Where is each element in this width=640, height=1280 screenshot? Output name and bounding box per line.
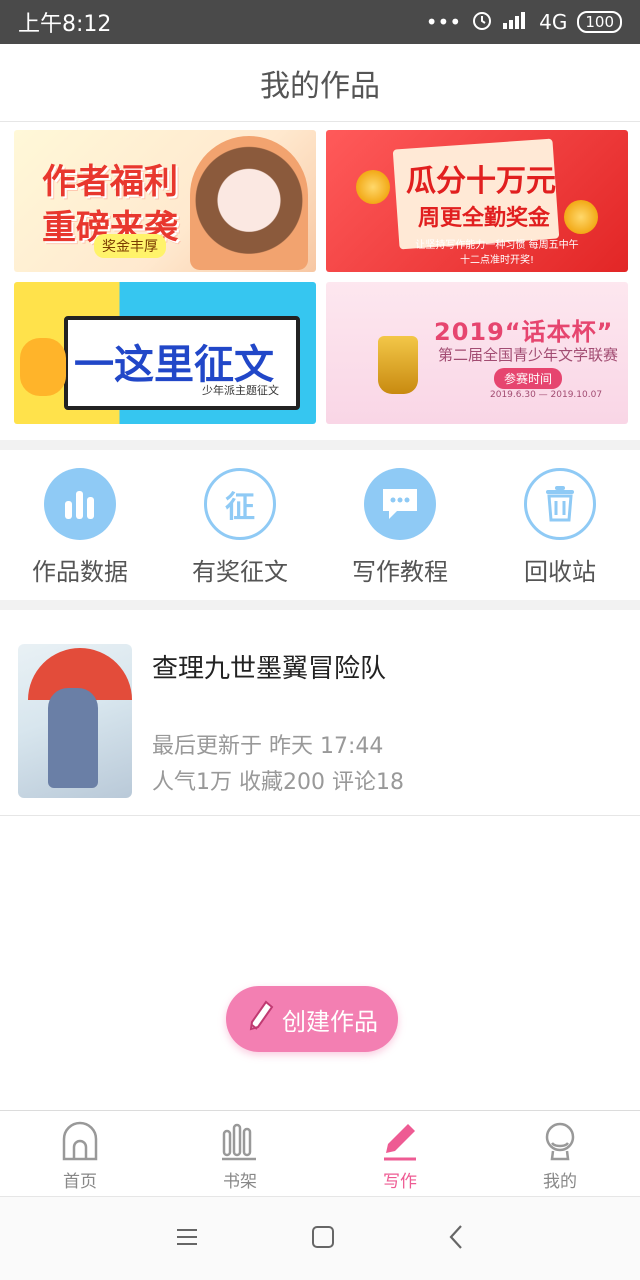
network-type: 4G bbox=[539, 10, 568, 34]
alarm-icon bbox=[471, 9, 493, 36]
banner-title-line1: 2019“话本杯” bbox=[434, 318, 614, 346]
trophy-icon bbox=[378, 336, 418, 394]
quick-action-tutorial[interactable]: 写作教程 bbox=[320, 450, 480, 600]
status-bar: 上午8:12 ••• 4G 100 bbox=[0, 0, 640, 44]
quick-action-recycle-bin[interactable]: 回收站 bbox=[480, 450, 640, 600]
banner-author-benefits[interactable]: 作者福利 重磅来袭 奖金丰厚 bbox=[14, 130, 316, 272]
chat-bubble-icon bbox=[364, 468, 436, 540]
signal-icon bbox=[503, 10, 529, 34]
work-stats: 人气1万 收藏200 评论18 bbox=[152, 770, 404, 795]
menu-icon[interactable] bbox=[176, 1227, 198, 1251]
system-nav-bar bbox=[0, 1196, 640, 1280]
page-header: 我的作品 bbox=[0, 44, 640, 122]
bookshelf-icon bbox=[220, 1121, 260, 1165]
contest-icon: 征 bbox=[204, 468, 276, 540]
work-title: 查理九世墨翼冒险队 bbox=[152, 654, 387, 684]
tab-label: 写作 bbox=[383, 1172, 417, 1192]
notification-dots-icon: ••• bbox=[425, 10, 462, 34]
tab-bookshelf[interactable]: 书架 bbox=[160, 1111, 320, 1196]
quick-action-label: 作品数据 bbox=[32, 558, 128, 586]
home-icon bbox=[60, 1121, 100, 1165]
tab-home[interactable]: 首页 bbox=[0, 1111, 160, 1196]
bottom-tab-bar: 首页 书架 写作 我的 bbox=[0, 1110, 640, 1196]
home-square-icon[interactable] bbox=[311, 1225, 335, 1253]
banner-title-line2: 第二届全国青少年文学联赛 bbox=[438, 346, 619, 364]
tab-label: 首页 bbox=[63, 1172, 97, 1192]
work-list-item[interactable]: 查理九世墨翼冒险队 最后更新于 昨天 17:44 人气1万 收藏200 评论18 bbox=[0, 628, 640, 816]
banner-title-line1: 作者福利 bbox=[42, 162, 178, 202]
pencil-icon bbox=[246, 999, 276, 1039]
contest-glyph: 征 bbox=[225, 490, 255, 525]
banner-badge: 奖金丰厚 bbox=[94, 234, 166, 258]
quick-action-label: 写作教程 bbox=[352, 558, 448, 586]
book-cover-image bbox=[18, 644, 132, 798]
banner-subtitle: 少年派主题征文 bbox=[202, 384, 279, 397]
coin-icon bbox=[564, 200, 598, 234]
page-title: 我的作品 bbox=[260, 68, 380, 104]
quick-action-contest[interactable]: 征 有奖征文 bbox=[160, 450, 320, 600]
tab-label: 书架 bbox=[223, 1172, 257, 1192]
section-divider bbox=[0, 440, 640, 450]
character-art bbox=[48, 688, 98, 788]
quick-action-work-data[interactable]: 作品数据 bbox=[0, 450, 160, 600]
battery-icon: 100 bbox=[577, 11, 622, 33]
bar-chart-icon bbox=[44, 468, 116, 540]
banner-bonus[interactable]: 瓜分十万元 周更全勤奖金 让坚持写作能力一种习惯 每周五中午十二点准时开奖! bbox=[326, 130, 628, 272]
banner-grid: 作者福利 重磅来袭 奖金丰厚 瓜分十万元 周更全勤奖金 让坚持写作能力一种习惯 … bbox=[14, 130, 628, 424]
banner-huaben-cup[interactable]: 2019“话本杯” 第二届全国青少年文学联赛 参赛时间 2019.6.30 — … bbox=[326, 282, 628, 424]
back-chevron-icon[interactable] bbox=[448, 1224, 464, 1254]
coin-icon bbox=[356, 170, 390, 204]
tab-write[interactable]: 写作 bbox=[320, 1111, 480, 1196]
create-work-label: 创建作品 bbox=[282, 1007, 378, 1036]
create-work-button[interactable]: 创建作品 bbox=[226, 986, 398, 1052]
quick-actions: 作品数据 征 有奖征文 写作教程 回收站 bbox=[0, 450, 640, 600]
illustration-girl-image bbox=[190, 136, 308, 270]
quick-action-label: 回收站 bbox=[524, 558, 596, 586]
banner-subtitle: 让坚持写作能力一种习惯 每周五中午十二点准时开奖! bbox=[415, 240, 579, 266]
tab-label: 我的 bbox=[543, 1172, 577, 1192]
banner-date: 2019.6.30 — 2019.10.07 bbox=[490, 390, 603, 400]
quick-action-label: 有奖征文 bbox=[192, 558, 288, 586]
pen-icon bbox=[380, 1121, 420, 1165]
section-divider bbox=[0, 600, 640, 610]
work-updated-time: 最后更新于 昨天 17:44 bbox=[152, 734, 384, 759]
status-time: 上午8:12 bbox=[18, 12, 112, 37]
banner-essay-contest[interactable]: 一这里征文 少年派主题征文 bbox=[14, 282, 316, 424]
battery-level: 100 bbox=[585, 13, 614, 31]
trash-icon bbox=[524, 468, 596, 540]
tab-profile[interactable]: 我的 bbox=[480, 1111, 640, 1196]
banner-title-line1: 瓜分十万元 bbox=[406, 164, 556, 199]
banner-pill: 参赛时间 bbox=[494, 368, 563, 389]
profile-icon bbox=[540, 1121, 580, 1165]
banner-title-line2: 周更全勤奖金 bbox=[418, 206, 551, 231]
duck-mascot-image bbox=[20, 338, 66, 396]
status-icons: ••• 4G 100 bbox=[426, 9, 622, 36]
